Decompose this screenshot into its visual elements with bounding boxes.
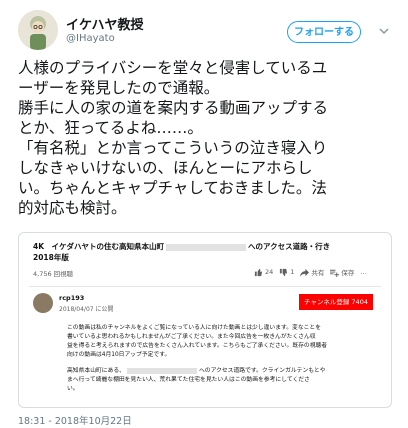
share-button: 共有: [300, 267, 324, 277]
more-button: …: [360, 268, 367, 276]
video-title-prefix: 4K イケダハヤトの住む高知県本山町: [33, 242, 165, 251]
author-name[interactable]: イケハヤ教授: [66, 14, 143, 33]
description-line: 向けの動画は4月10日アップ予定です。: [67, 352, 171, 358]
divider: [29, 286, 381, 287]
like-button: 24: [254, 268, 273, 277]
share-arrow-icon: [300, 268, 310, 277]
like-count: 24: [265, 268, 274, 276]
video-title: 4K イケダハヤトの住む高知県本山町 へのアクセス道路・行き 2018年版: [33, 241, 373, 263]
publish-date: 2018/04/07 に公開: [59, 306, 114, 313]
description-line: 書いているよ思われるかもしれませんがご了承ください。また今回広告を一枚きんがたく…: [67, 334, 316, 340]
youtube-screenshot[interactable]: 4K イケダハヤトの住む高知県本山町 へのアクセス道路・行き 2018年版 4,7…: [18, 232, 392, 408]
tweet-line: しなきゃいけないの、ほんとーにアホらし: [18, 159, 313, 177]
follow-button[interactable]: フォローする: [287, 21, 361, 43]
video-actions: 24 1 共有 保存 …: [254, 265, 367, 279]
tweet-line: ーザーを発見したので通報。: [18, 79, 220, 97]
description-line: この動画は私のチャンネルをよくご覧になっている人に向けた動画とは少し違います。変…: [67, 325, 322, 331]
video-description: この動画は私のチャンネルをよくご覧になっている人に向けた動画とは少し違います。変…: [67, 324, 377, 394]
subscribe-button: チャンネル登録 7404: [299, 294, 373, 310]
tweet-line: 「有名税」とか言ってこういうの泣き寝入り: [18, 139, 328, 157]
avatar-illustration-icon: [18, 10, 58, 50]
tweet-line: い。ちゃんとキャプチャしておきました。法: [18, 179, 327, 197]
description-line: へのアクセス道路です。クラインガルテンもとや: [198, 368, 326, 374]
dislike-button: 1: [279, 268, 294, 277]
playlist-add-icon: [330, 269, 340, 277]
chevron-down-icon[interactable]: [378, 25, 390, 37]
description-line: い。: [67, 386, 79, 392]
video-title-suffix: へのアクセス道路・行き: [248, 242, 331, 251]
tweet-timestamp[interactable]: 18:31 - 2018年10月22日: [18, 413, 132, 427]
tweet-text: 人様のプライバシーを堂々と侵害しているユ ーザーを発見したので通報。 勝手に人の…: [18, 58, 398, 218]
tweet-line: とか、狂ってるよね……。: [18, 119, 203, 137]
avatar[interactable]: [18, 10, 58, 50]
subscribe-label: チャンネル登録: [304, 298, 350, 306]
description-line: まへ行って綺麗な棚田を見たい人、荒れ果てた住宅を見たい人はこの動画を参考にしてく…: [67, 377, 310, 383]
tweet-line: 人様のプライバシーを堂々と侵害しているユ: [18, 59, 328, 77]
description-line: 高知県本山町にある、: [67, 368, 125, 374]
dislike-count: 1: [290, 268, 295, 276]
redacted-text: [166, 243, 247, 251]
thumbs-down-icon: [280, 268, 288, 276]
share-label: 共有: [311, 269, 325, 277]
description-line: 益を得ると考えられますので広告をたくさん入れています。こちらもご了承ください。既…: [67, 343, 328, 349]
view-count: 4,756 回視聴: [33, 270, 74, 278]
tweet-line: 的対応も検討。: [18, 199, 127, 217]
save-label: 保存: [341, 269, 355, 277]
thumbs-up-icon: [254, 268, 263, 276]
subscriber-count: 7404: [351, 298, 368, 306]
redacted-text: [126, 367, 197, 374]
tweet-line: 勝手に人の家の道を案内する動画アップする: [18, 99, 329, 117]
author-handle[interactable]: @IHayato: [66, 33, 115, 44]
save-button: 保存: [330, 267, 354, 277]
channel-name: rcp193: [59, 294, 85, 302]
video-title-line2: 2018年版: [33, 253, 69, 262]
channel-avatar: [33, 293, 53, 313]
